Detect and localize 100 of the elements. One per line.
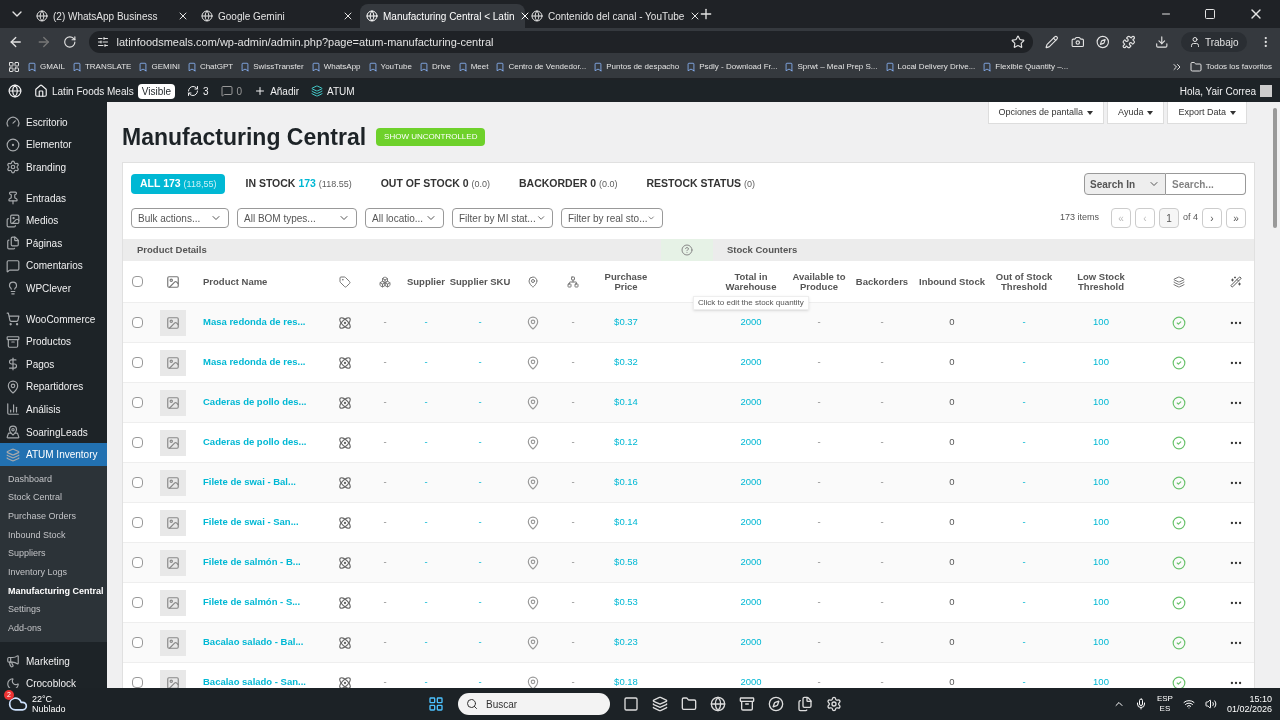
sidebar-item[interactable]: Comentarios [0, 254, 107, 278]
scrollbar[interactable] [1270, 102, 1280, 688]
column-header[interactable]: Inbound Stock [919, 276, 985, 287]
search-field[interactable]: Search... [1166, 173, 1246, 195]
sidebar-item[interactable]: ATUM Inventory [0, 443, 107, 466]
screen-option-button[interactable]: Ayuda [1107, 102, 1165, 124]
restore-icon[interactable] [1204, 8, 1216, 20]
bookmark[interactable]: Flexible Quantity –... [982, 61, 1069, 73]
sidebar-item[interactable]: Elementor [0, 133, 107, 157]
sidebar-item[interactable]: Productos [0, 330, 107, 353]
taskbar-app-icon[interactable] [710, 696, 726, 712]
submenu-item[interactable]: Inventory Logs [0, 563, 107, 583]
comments-link[interactable]: 0 [220, 83, 243, 99]
select-all-checkbox[interactable] [131, 276, 143, 287]
column-header[interactable]: Product Name [203, 276, 268, 287]
taskbar-app-icon[interactable] [739, 696, 755, 712]
location-icon[interactable] [526, 595, 540, 610]
bookmark[interactable]: Local Delivery Drive... [884, 61, 976, 73]
sidebar-item[interactable]: SoaringLeads [0, 420, 107, 444]
bookmark[interactable]: YouTube [367, 61, 412, 73]
site-settings-icon[interactable] [96, 36, 109, 48]
address-bar[interactable]: latinfoodsmeals.com/wp-admin/admin.php?page=atum-manufacturing-central [88, 31, 1034, 53]
column-header[interactable]: Total in Warehouse [711, 271, 791, 292]
sidebar-item[interactable]: Medios [0, 209, 107, 232]
pagination-button[interactable]: › [1202, 208, 1222, 228]
column-header[interactable]: Low Stock Threshold [1061, 271, 1141, 292]
taskbar-app-icon[interactable] [826, 696, 842, 712]
submenu-item[interactable]: Dashboard [0, 469, 107, 489]
submenu-item[interactable]: Settings [0, 600, 107, 620]
language[interactable]: ESP [1156, 694, 1173, 704]
browser-tab[interactable]: (2) WhatsApp Business [30, 4, 195, 28]
sidebar-item[interactable]: Pagos [0, 352, 107, 376]
download-icon[interactable] [1155, 35, 1169, 49]
sidebar-item[interactable]: Análisis [0, 398, 107, 421]
location-icon[interactable] [526, 515, 540, 530]
plugin-link[interactable]: ATUM [311, 83, 355, 99]
view-tab[interactable]: IN STOCK 173 (118.55) [236, 174, 361, 194]
taskbar-app-icon[interactable] [797, 696, 813, 712]
pen-icon[interactable] [1045, 35, 1059, 49]
bookmark[interactable]: SwissTransfer [240, 61, 304, 73]
reload-icon[interactable] [63, 35, 77, 49]
new-tab-icon[interactable] [698, 6, 714, 22]
location-icon[interactable] [526, 435, 540, 450]
row-checkbox[interactable] [131, 637, 143, 648]
sidebar-item[interactable]: Marketing [0, 650, 107, 673]
updates-link[interactable]: 3 [187, 83, 209, 99]
submenu-item[interactable]: Purchase Orders [0, 507, 107, 526]
more-bookmarks-icon[interactable] [1170, 61, 1183, 73]
taskbar-app-icon[interactable] [652, 696, 668, 712]
bookmark-star-icon[interactable] [1011, 35, 1026, 49]
taskbar-app-icon[interactable] [623, 696, 639, 712]
browser-tab[interactable]: Contenido del canal - YouTube [525, 4, 690, 28]
sidebar-item[interactable]: Páginas [0, 231, 107, 255]
sidebar-item[interactable]: Repartidores [0, 375, 107, 399]
location-icon[interactable] [526, 475, 540, 490]
location-icon[interactable] [526, 315, 540, 330]
view-tab[interactable]: RESTOCK STATUS (0) [637, 174, 764, 194]
compass-icon[interactable] [1096, 35, 1110, 49]
screen-option-button[interactable]: Opciones de pantalla [987, 102, 1105, 124]
sidebar-item[interactable]: Branding [0, 156, 107, 179]
location-icon[interactable] [526, 395, 540, 410]
camera-icon[interactable] [1070, 35, 1085, 49]
submenu-item[interactable]: Add-ons [0, 619, 107, 639]
site-link[interactable]: Latin Foods Meals [34, 83, 134, 99]
bookmark[interactable]: GEMINI [138, 61, 180, 73]
volume-icon[interactable] [1204, 698, 1217, 710]
location-icon[interactable] [526, 555, 540, 570]
bookmark[interactable]: Drive [418, 61, 451, 73]
browser-tab[interactable]: Google Gemini [195, 4, 360, 28]
row-checkbox[interactable] [131, 477, 143, 488]
view-tab[interactable]: OUT OF STOCK 0 (0.0) [371, 174, 500, 194]
bookmark[interactable]: GMAIL [27, 61, 65, 73]
filter-dropdown[interactable]: Bulk actions... [131, 208, 229, 228]
bookmark[interactable]: Meet [457, 61, 489, 73]
filter-dropdown[interactable]: All locatio... [365, 208, 444, 228]
close-icon[interactable] [342, 10, 354, 22]
close-icon[interactable] [177, 10, 189, 22]
microphone-icon[interactable] [1134, 698, 1147, 710]
bookmark[interactable]: Puntos de despacho [593, 61, 680, 73]
tools-icon[interactable] [1229, 275, 1242, 288]
clock-date[interactable]: 01/02/2026 [1226, 704, 1272, 714]
column-header[interactable]: Supplier [407, 276, 445, 287]
sidebar-item[interactable]: Crocoblock [0, 672, 107, 688]
submenu-item[interactable]: Stock Central [0, 488, 107, 508]
row-checkbox[interactable] [131, 517, 143, 528]
submenu-item[interactable]: Manufacturing Central [0, 582, 107, 601]
apps-icon[interactable] [8, 61, 20, 73]
column-header[interactable]: Purchase Price [593, 271, 659, 292]
extensions-icon[interactable] [1121, 35, 1136, 49]
submenu-item[interactable]: Suppliers [0, 544, 107, 564]
bookmark[interactable]: WhatsApp [310, 61, 361, 73]
sidebar-item[interactable]: Entradas [0, 186, 107, 210]
bookmark[interactable]: Sprwt – Meal Prep S... [784, 61, 878, 73]
bookmark[interactable]: Psdly - Download Fr... [686, 61, 778, 73]
taskbar-app-icon[interactable] [768, 696, 784, 712]
taskbar-app-icon[interactable] [681, 696, 697, 712]
row-checkbox[interactable] [131, 597, 143, 608]
sidebar-item[interactable]: Escritorio [0, 111, 107, 134]
row-checkbox[interactable] [131, 317, 143, 328]
row-checkbox[interactable] [131, 437, 143, 448]
